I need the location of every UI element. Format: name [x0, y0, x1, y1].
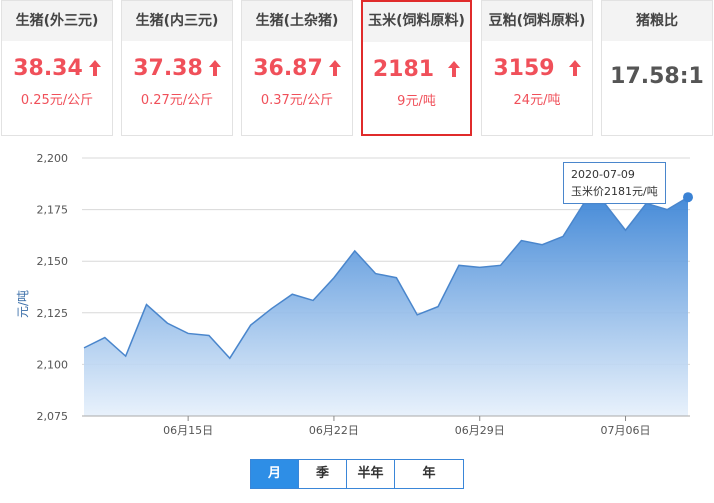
y-tick-label: 2,175: [37, 204, 69, 217]
data-point[interactable]: [436, 305, 440, 309]
data-point[interactable]: [144, 303, 148, 307]
chart-tooltip: 2020-07-09 玉米价2181元/吨: [563, 162, 666, 204]
data-point[interactable]: [228, 356, 232, 360]
card-title: 猪粮比: [602, 1, 712, 41]
price-value: 2181: [372, 57, 435, 82]
card-price: 36.87: [242, 55, 352, 83]
card-price: 2181: [363, 56, 470, 84]
up-arrow-icon: [568, 60, 581, 76]
up-arrow-icon: [88, 60, 101, 76]
up-arrow-icon: [328, 60, 341, 76]
data-point[interactable]: [415, 313, 419, 317]
card-change: 0.27元/公斤: [140, 93, 214, 108]
card-title: 生猪(内三元): [122, 1, 232, 41]
price-value: 37.38: [133, 56, 203, 81]
card-price: 17.58:1: [610, 64, 704, 89]
price-cards: 生猪(外三元) 38.34 0.25元/公斤 生猪(内三元) 37.38 0.2…: [0, 0, 714, 140]
card-change: 0.37元/公斤: [260, 93, 334, 108]
card-title: 豆粕(饲料原料): [482, 1, 592, 41]
y-tick-label: 2,125: [37, 307, 69, 320]
price-value: 38.34: [13, 56, 83, 81]
data-point[interactable]: [540, 243, 544, 247]
data-point[interactable]: [165, 321, 169, 325]
data-point[interactable]: [290, 292, 294, 296]
range-tab-quarter[interactable]: 季: [299, 460, 347, 488]
y-tick-label: 2,100: [37, 358, 69, 371]
data-point[interactable]: [624, 228, 628, 232]
data-point[interactable]: [124, 354, 128, 358]
price-card-pig-outer[interactable]: 生猪(外三元) 38.34 0.25元/公斤: [1, 0, 113, 136]
card-title: 生猪(土杂猪): [242, 1, 352, 41]
data-point[interactable]: [561, 234, 565, 238]
card-price: 3159: [482, 55, 592, 83]
price-value: 3159: [493, 56, 555, 81]
y-tick-label: 2,075: [37, 410, 69, 423]
data-point[interactable]: [374, 272, 378, 276]
x-tick-label: 06月29日: [455, 424, 505, 437]
range-tab-half-year[interactable]: 半年: [347, 460, 395, 488]
price-card-corn[interactable]: 玉米(饲料原料) 2181 9元/吨: [361, 0, 472, 136]
up-arrow-icon: [448, 61, 461, 77]
data-point[interactable]: [478, 265, 482, 269]
card-change: 24元/吨: [513, 93, 561, 108]
tooltip-date: 2020-07-09: [571, 168, 635, 181]
data-point[interactable]: [394, 276, 398, 280]
card-change: 9元/吨: [397, 94, 436, 109]
data-point[interactable]: [82, 346, 86, 350]
y-axis-label: 元/吨: [16, 290, 30, 318]
data-point[interactable]: [186, 331, 190, 335]
up-arrow-icon: [208, 60, 221, 76]
data-point[interactable]: [499, 263, 503, 267]
x-tick-label: 07月06日: [601, 424, 651, 437]
data-point[interactable]: [683, 192, 693, 203]
range-tab-month[interactable]: 月: [251, 460, 299, 488]
price-value: 36.87: [253, 56, 323, 81]
data-point[interactable]: [249, 323, 253, 327]
price-card-pig-grain-ratio[interactable]: 猪粮比 17.58:1: [601, 0, 713, 136]
range-tab-year[interactable]: 年: [395, 460, 463, 488]
y-tick-label: 2,200: [37, 152, 69, 165]
price-card-soymeal[interactable]: 豆粕(饲料原料) 3159 24元/吨: [481, 0, 593, 136]
price-card-pig-local[interactable]: 生猪(土杂猪) 36.87 0.37元/公斤: [241, 0, 353, 136]
card-title: 生猪(外三元): [2, 1, 112, 41]
data-point[interactable]: [207, 334, 211, 338]
time-range-tabs: 月 季 半年 年: [250, 459, 464, 489]
price-card-pig-inner[interactable]: 生猪(内三元) 37.38 0.27元/公斤: [121, 0, 233, 136]
x-tick-label: 06月15日: [163, 424, 213, 437]
card-price: 37.38: [122, 55, 232, 83]
card-change: 0.25元/公斤: [20, 93, 94, 108]
data-point[interactable]: [353, 249, 357, 253]
data-point[interactable]: [457, 263, 461, 267]
data-point[interactable]: [311, 298, 315, 302]
price-chart[interactable]: 2,075 2,100 2,125 2,150 2,175 2,200 06月15日 06月2…: [0, 146, 714, 446]
series-area: [84, 197, 688, 416]
card-title: 玉米(饲料原料): [363, 2, 470, 42]
y-tick-label: 2,150: [37, 255, 69, 268]
x-tick-label: 06月22日: [309, 424, 359, 437]
data-point[interactable]: [269, 307, 273, 311]
data-point[interactable]: [519, 239, 523, 243]
data-point[interactable]: [332, 276, 336, 280]
data-point[interactable]: [665, 208, 669, 212]
card-price: 38.34: [2, 55, 112, 83]
tooltip-value: 玉米价2181元/吨: [571, 185, 658, 198]
data-point[interactable]: [103, 336, 107, 340]
